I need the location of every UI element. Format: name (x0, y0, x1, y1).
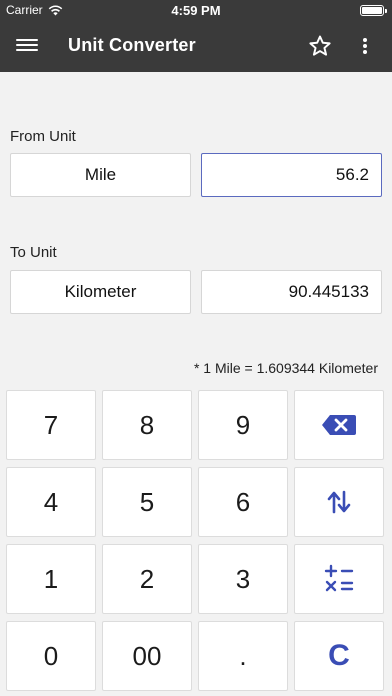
battery-icon (360, 5, 387, 16)
key-decimal[interactable]: . (198, 621, 288, 691)
key-7[interactable]: 7 (6, 390, 96, 460)
clear-button[interactable]: C (294, 621, 384, 691)
page-title: Unit Converter (68, 35, 196, 55)
star-outline-icon[interactable] (307, 33, 333, 59)
app-bar: Unit Converter (0, 20, 392, 72)
key-1[interactable]: 1 (6, 544, 96, 614)
key-8[interactable]: 8 (102, 390, 192, 460)
status-time: 4:59 PM (171, 3, 221, 18)
to-value-field[interactable]: 90.445133 (201, 270, 382, 314)
backspace-button[interactable] (294, 390, 384, 460)
key-2[interactable]: 2 (102, 544, 192, 614)
key-5[interactable]: 5 (102, 467, 192, 537)
to-unit-selector[interactable]: Kilometer (10, 270, 191, 314)
calculator-button[interactable] (294, 544, 384, 614)
key-00[interactable]: 00 (102, 621, 192, 691)
menu-icon[interactable] (16, 36, 38, 56)
key-3[interactable]: 3 (198, 544, 288, 614)
more-vert-icon[interactable] (358, 34, 372, 58)
from-unit-selector[interactable]: Mile (10, 153, 191, 197)
battery-level (362, 7, 382, 14)
calculator-icon (324, 564, 354, 592)
swap-vertical-icon (327, 490, 351, 514)
key-9[interactable]: 9 (198, 390, 288, 460)
conversion-formula: * 1 Mile = 1.609344 Kilometer (193, 360, 378, 376)
keypad: 7 8 9 4 5 6 1 2 3 0 00 . C (0, 390, 392, 696)
status-bar: Carrier 4:59 PM (0, 0, 392, 20)
key-4[interactable]: 4 (6, 467, 96, 537)
key-0[interactable]: 0 (6, 621, 96, 691)
from-unit-label: From Unit (10, 128, 76, 145)
swap-units-button[interactable] (294, 467, 384, 537)
key-6[interactable]: 6 (198, 467, 288, 537)
to-unit-label: To Unit (10, 244, 57, 261)
backspace-icon (322, 415, 356, 435)
from-value-field[interactable]: 56.2 (201, 153, 382, 197)
